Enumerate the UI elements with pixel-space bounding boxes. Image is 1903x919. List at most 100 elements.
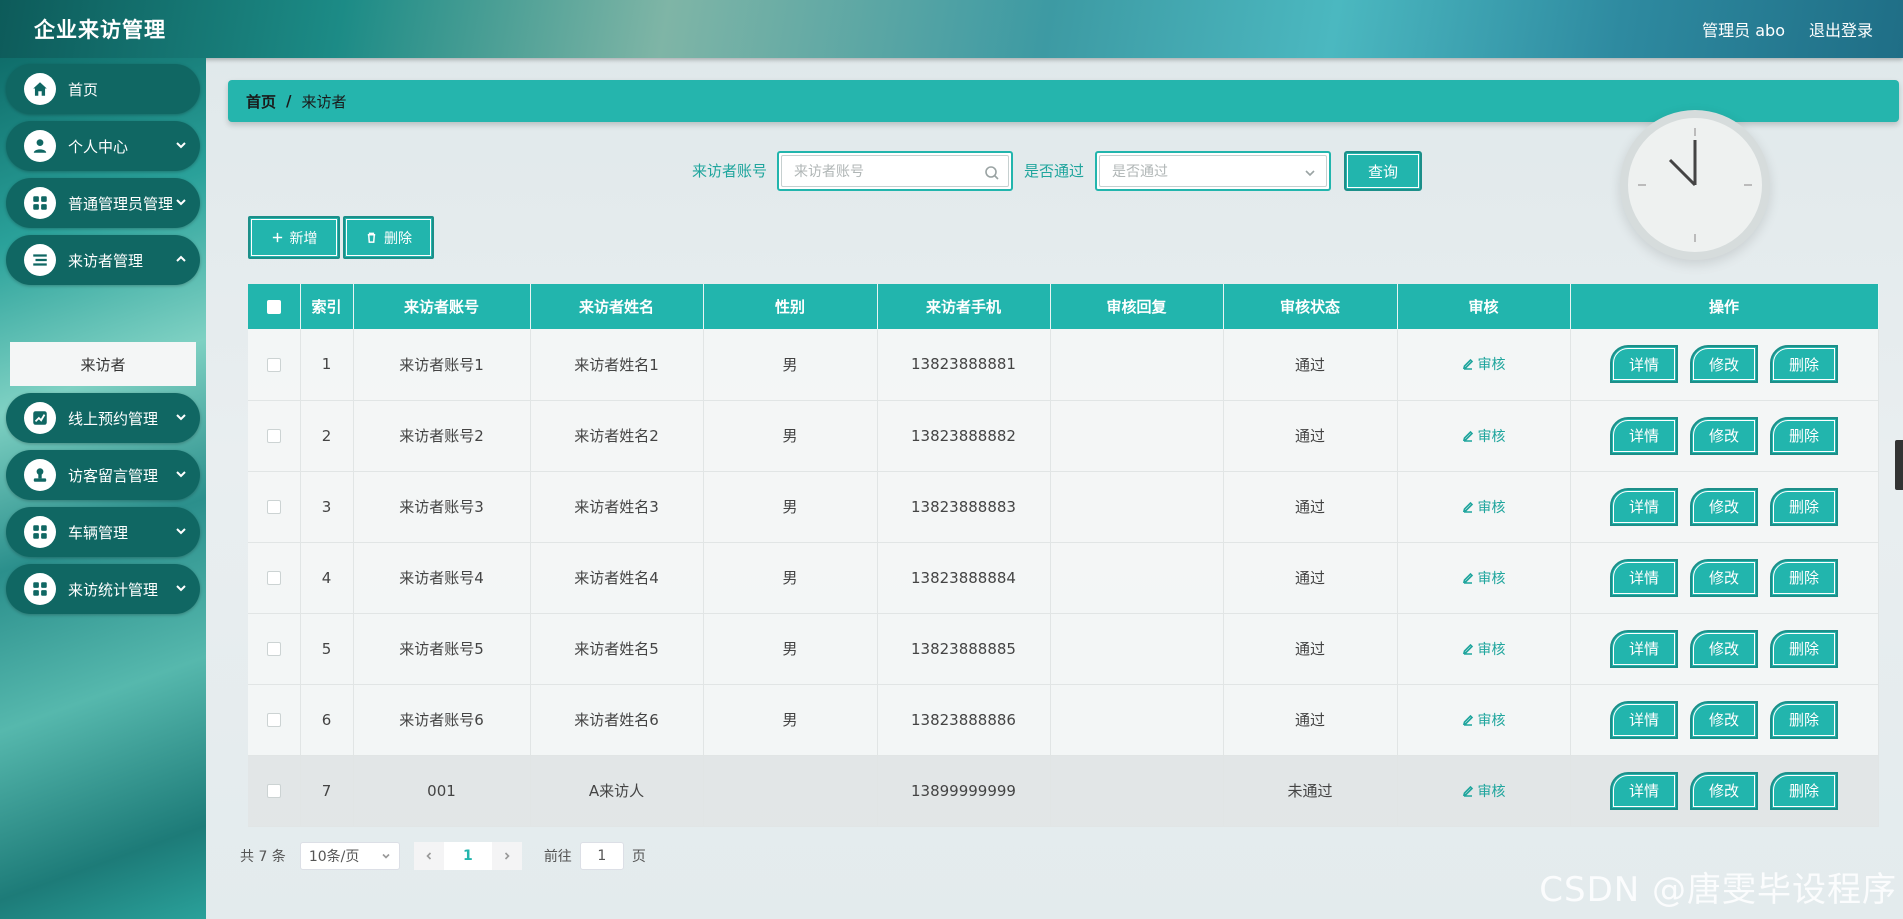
table-header-row: 索引 来访者账号 来访者姓名 性别 来访者手机 审核回复 审核状态 审核 操作 bbox=[248, 284, 1879, 329]
goto-page-input[interactable]: 1 bbox=[579, 842, 624, 870]
audit-link[interactable]: 审核 bbox=[1462, 354, 1506, 374]
detail-button[interactable]: 详情 bbox=[1610, 487, 1678, 526]
admin-user-label[interactable]: 管理员 abo bbox=[1702, 17, 1785, 41]
cell-phone: 13823888884 bbox=[877, 542, 1051, 614]
edit-button[interactable]: 修改 bbox=[1690, 345, 1758, 384]
cell-account: 来访者账号6 bbox=[353, 684, 531, 756]
row-select-cell[interactable] bbox=[248, 329, 301, 401]
delete-button[interactable]: 删除 bbox=[1770, 771, 1838, 810]
row-checkbox[interactable] bbox=[266, 642, 281, 656]
detail-button[interactable]: 详情 bbox=[1610, 416, 1678, 455]
row-select-cell[interactable] bbox=[248, 613, 301, 685]
sidebar-item-label: 个人中心 bbox=[68, 137, 129, 156]
row-checkbox[interactable] bbox=[266, 357, 281, 372]
detail-button[interactable]: 详情 bbox=[1610, 629, 1678, 668]
row-select-cell[interactable] bbox=[248, 542, 301, 614]
breadcrumb-home[interactable]: 首页 bbox=[246, 91, 276, 112]
audit-link[interactable]: 审核 bbox=[1462, 639, 1506, 659]
sidebar-item-visit-statistics[interactable]: 来访统计管理 bbox=[6, 564, 200, 614]
cell-gender: 男 bbox=[703, 329, 878, 401]
add-button[interactable]: 新增 bbox=[248, 216, 340, 259]
page-number-current[interactable]: 1 bbox=[443, 842, 492, 870]
edit-button[interactable]: 修改 bbox=[1690, 629, 1758, 668]
sidebar-item-admin-management[interactable]: 普通管理员管理 bbox=[6, 178, 200, 228]
sidebar-item-label: 线上预约管理 bbox=[68, 409, 159, 428]
cell-reply bbox=[1050, 471, 1224, 543]
delete-button[interactable]: 删除 bbox=[1770, 629, 1838, 668]
chart-icon bbox=[24, 402, 56, 434]
select-all-cell[interactable] bbox=[248, 284, 301, 329]
prev-page-button[interactable] bbox=[413, 842, 444, 870]
cell-status: 通过 bbox=[1223, 329, 1398, 401]
table-row: 4 来访者账号4 来访者姓名4 男 13823888884 通过 审核 详情 修改 删除 bbox=[248, 542, 1879, 614]
audit-link[interactable]: 审核 bbox=[1462, 781, 1506, 801]
row-select-cell[interactable] bbox=[248, 755, 301, 827]
audit-link[interactable]: 审核 bbox=[1462, 497, 1506, 517]
sidebar-item-personal-center[interactable]: 个人中心 bbox=[6, 121, 200, 171]
sidebar-item-online-booking[interactable]: 线上预约管理 bbox=[6, 393, 200, 443]
cell-index: 7 bbox=[300, 755, 354, 827]
batch-delete-button[interactable]: 删除 bbox=[343, 216, 434, 259]
cell-audit: 审核 bbox=[1397, 329, 1571, 401]
sidebar-item-label: 首页 bbox=[68, 80, 99, 99]
sidebar-item-vehicle-management[interactable]: 车辆管理 bbox=[6, 507, 200, 557]
audit-link[interactable]: 审核 bbox=[1462, 568, 1506, 588]
cell-name: 来访者姓名2 bbox=[530, 400, 704, 472]
audit-link[interactable]: 审核 bbox=[1462, 710, 1506, 730]
detail-button[interactable]: 详情 bbox=[1610, 771, 1678, 810]
account-search-input[interactable]: 来访者账号 bbox=[777, 151, 1013, 191]
column-header: 来访者手机 bbox=[877, 284, 1051, 329]
delete-button[interactable]: 删除 bbox=[1770, 700, 1838, 739]
edit-button[interactable]: 修改 bbox=[1690, 416, 1758, 455]
delete-button[interactable]: 删除 bbox=[1770, 345, 1838, 384]
next-page-button[interactable] bbox=[491, 842, 522, 870]
detail-button[interactable]: 详情 bbox=[1610, 700, 1678, 739]
page-size-value: 10条/页 bbox=[308, 849, 360, 865]
column-header: 审核回复 bbox=[1050, 284, 1224, 329]
sidebar-subitem-visitors[interactable]: 来访者 bbox=[10, 342, 196, 386]
logout-link[interactable]: 退出登录 bbox=[1809, 17, 1873, 41]
query-button[interactable]: 查询 bbox=[1344, 151, 1422, 191]
page-size-select[interactable]: 10条/页 bbox=[299, 842, 400, 870]
passed-filter-select[interactable]: 是否通过 bbox=[1095, 151, 1331, 191]
detail-button[interactable]: 详情 bbox=[1610, 558, 1678, 597]
sidebar-item-home[interactable]: 首页 bbox=[6, 64, 200, 114]
row-checkbox[interactable] bbox=[266, 713, 281, 727]
cell-status: 通过 bbox=[1223, 471, 1398, 543]
column-header: 审核状态 bbox=[1223, 284, 1398, 329]
row-select-cell[interactable] bbox=[248, 684, 301, 756]
edit-button[interactable]: 修改 bbox=[1690, 771, 1758, 810]
detail-button[interactable]: 详情 bbox=[1610, 345, 1678, 384]
chevron-down-icon bbox=[1302, 165, 1318, 181]
row-checkbox[interactable] bbox=[266, 500, 281, 514]
column-header: 来访者姓名 bbox=[530, 284, 704, 329]
scrollbar-handle[interactable] bbox=[1895, 440, 1903, 490]
clock-decoration bbox=[1620, 110, 1770, 260]
column-header: 操作 bbox=[1570, 284, 1879, 329]
edit-button[interactable]: 修改 bbox=[1690, 700, 1758, 739]
edit-button[interactable]: 修改 bbox=[1690, 558, 1758, 597]
cell-operations: 详情 修改 删除 bbox=[1570, 471, 1879, 543]
sidebar-item-visitor-messages[interactable]: 访客留言管理 bbox=[6, 450, 200, 500]
row-select-cell[interactable] bbox=[248, 400, 301, 472]
delete-button[interactable]: 删除 bbox=[1770, 558, 1838, 597]
cell-name: A来访人 bbox=[530, 755, 704, 827]
row-checkbox[interactable] bbox=[266, 784, 281, 798]
row-checkbox[interactable] bbox=[266, 571, 281, 585]
sidebar-item-visitor-management[interactable]: 来访者管理 bbox=[6, 235, 200, 285]
cell-phone: 13823888886 bbox=[877, 684, 1051, 756]
cell-index: 6 bbox=[300, 684, 354, 756]
audit-link[interactable]: 审核 bbox=[1462, 426, 1506, 446]
edit-button[interactable]: 修改 bbox=[1690, 487, 1758, 526]
delete-button[interactable]: 删除 bbox=[1770, 416, 1838, 455]
row-select-cell[interactable] bbox=[248, 471, 301, 543]
cell-account: 来访者账号3 bbox=[353, 471, 531, 543]
pagination: 共 7 条 10条/页 1 前往 1 页 bbox=[240, 842, 646, 870]
delete-button[interactable]: 删除 bbox=[1770, 487, 1838, 526]
cell-phone: 13899999999 bbox=[877, 755, 1051, 827]
row-checkbox[interactable] bbox=[266, 429, 281, 443]
column-header: 索引 bbox=[300, 284, 354, 329]
select-all-checkbox[interactable] bbox=[266, 300, 281, 314]
home-icon bbox=[24, 73, 56, 105]
edit-icon bbox=[1462, 359, 1473, 371]
